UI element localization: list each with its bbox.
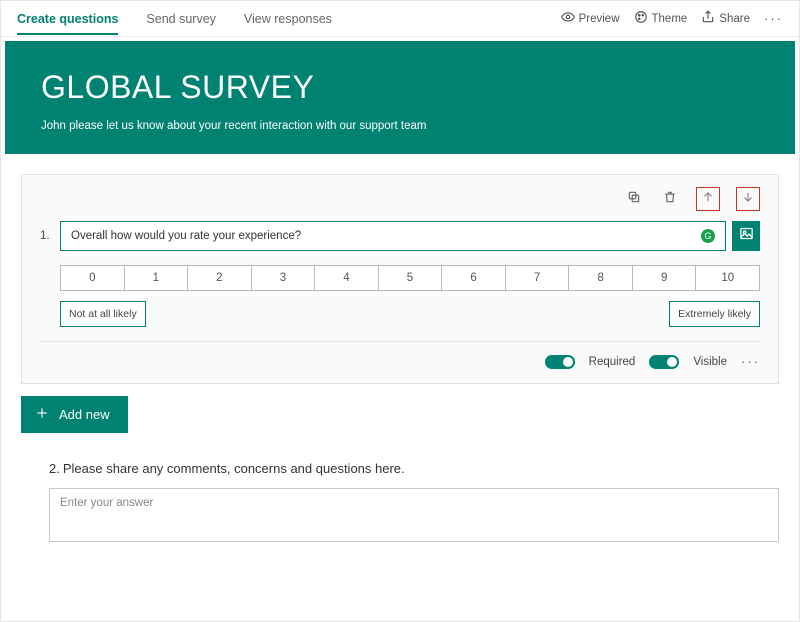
share-label: Share bbox=[719, 13, 750, 25]
scale-option-6[interactable]: 6 bbox=[441, 265, 505, 291]
required-toggle[interactable] bbox=[545, 355, 575, 369]
preview-button[interactable]: Preview bbox=[561, 10, 620, 27]
survey-subtitle[interactable]: John please let us know about your recen… bbox=[41, 120, 775, 132]
grammarly-icon: G bbox=[701, 229, 715, 243]
scale-labels: Not at all likely Extremely likely bbox=[60, 301, 760, 327]
tabs: Create questions Send survey View respon… bbox=[17, 3, 332, 35]
trash-icon bbox=[663, 190, 677, 209]
high-label-input[interactable]: Extremely likely bbox=[669, 301, 760, 327]
question-text: Overall how would you rate your experien… bbox=[71, 230, 301, 242]
question-card-2: 2.Please share any comments, concerns an… bbox=[21, 461, 779, 542]
question-2-title[interactable]: 2.Please share any comments, concerns an… bbox=[49, 461, 779, 476]
question-2-text: Please share any comments, concerns and … bbox=[63, 461, 405, 476]
work-area: 1. Overall how would you rate your exper… bbox=[1, 174, 799, 572]
scale-option-7[interactable]: 7 bbox=[505, 265, 569, 291]
top-actions: Preview Theme Share ··· bbox=[561, 10, 783, 27]
arrow-down-icon bbox=[741, 190, 755, 209]
scale-option-5[interactable]: 5 bbox=[378, 265, 442, 291]
move-down-button[interactable] bbox=[736, 187, 760, 211]
tab-create-questions[interactable]: Create questions bbox=[17, 3, 118, 35]
more-menu[interactable]: ··· bbox=[764, 11, 783, 26]
share-icon bbox=[701, 10, 715, 27]
answer-textarea[interactable]: Enter your answer bbox=[49, 488, 779, 542]
survey-header: GLOBAL SURVEY John please let us know ab… bbox=[5, 41, 795, 154]
low-label-input[interactable]: Not at all likely bbox=[60, 301, 146, 327]
scale-option-4[interactable]: 4 bbox=[314, 265, 378, 291]
arrow-up-icon bbox=[701, 190, 715, 209]
copy-button[interactable] bbox=[624, 189, 644, 209]
question-more-menu[interactable]: ··· bbox=[741, 354, 760, 369]
scale-option-8[interactable]: 8 bbox=[568, 265, 632, 291]
tab-send-survey[interactable]: Send survey bbox=[146, 3, 215, 35]
visible-label: Visible bbox=[693, 356, 727, 368]
plus-icon bbox=[35, 406, 49, 423]
question-toolbar bbox=[40, 187, 760, 211]
question-card-1: 1. Overall how would you rate your exper… bbox=[21, 174, 779, 384]
question-2-number: 2. bbox=[49, 461, 60, 476]
theme-button[interactable]: Theme bbox=[634, 10, 688, 27]
theme-label: Theme bbox=[652, 13, 688, 25]
visible-toggle[interactable] bbox=[649, 355, 679, 369]
scale-option-0[interactable]: 0 bbox=[60, 265, 124, 291]
add-new-label: Add new bbox=[59, 407, 110, 422]
scale-option-3[interactable]: 3 bbox=[251, 265, 315, 291]
eye-icon bbox=[561, 10, 575, 27]
delete-button[interactable] bbox=[660, 189, 680, 209]
question-text-input[interactable]: Overall how would you rate your experien… bbox=[60, 221, 726, 251]
share-button[interactable]: Share bbox=[701, 10, 750, 27]
scale-option-9[interactable]: 9 bbox=[632, 265, 696, 291]
scale-option-10[interactable]: 10 bbox=[695, 265, 760, 291]
rating-scale: 0 1 2 3 4 5 6 7 8 9 10 bbox=[60, 265, 760, 291]
top-bar: Create questions Send survey View respon… bbox=[1, 1, 799, 37]
scale-option-2[interactable]: 2 bbox=[187, 265, 251, 291]
survey-title[interactable]: GLOBAL SURVEY bbox=[41, 69, 775, 106]
insert-image-button[interactable] bbox=[732, 221, 760, 251]
copy-icon bbox=[627, 190, 641, 209]
scale-option-1[interactable]: 1 bbox=[124, 265, 188, 291]
tab-view-responses[interactable]: View responses bbox=[244, 3, 332, 35]
preview-label: Preview bbox=[579, 13, 620, 25]
question-row: 1. Overall how would you rate your exper… bbox=[40, 221, 760, 251]
question-number: 1. bbox=[40, 230, 54, 242]
palette-icon bbox=[634, 10, 648, 27]
add-new-button[interactable]: Add new bbox=[21, 396, 128, 433]
required-label: Required bbox=[589, 356, 636, 368]
move-up-button[interactable] bbox=[696, 187, 720, 211]
question-footer: Required Visible ··· bbox=[40, 341, 760, 369]
image-icon bbox=[739, 226, 754, 246]
